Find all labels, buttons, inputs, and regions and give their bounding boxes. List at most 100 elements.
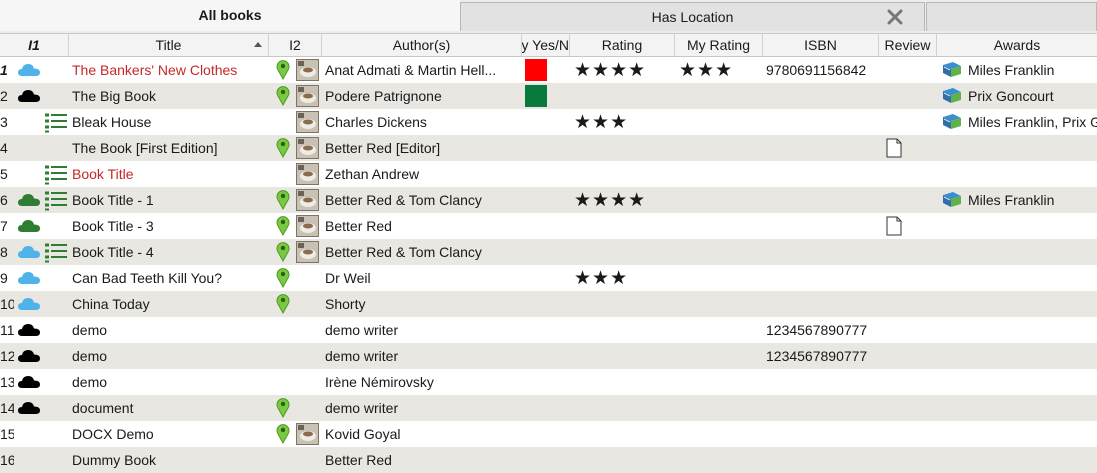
author-cell[interactable]: Anat Admati & Martin Hell... bbox=[325, 57, 520, 83]
awards-cell[interactable]: Miles Franklin bbox=[968, 57, 1097, 83]
title-cell[interactable]: China Today bbox=[72, 291, 267, 317]
review-document-icon[interactable] bbox=[884, 216, 904, 236]
author-cell[interactable]: Kovid Goyal bbox=[325, 421, 520, 447]
table-row[interactable]: 13 demo Irène Némirovsky bbox=[0, 369, 1097, 395]
author-cell[interactable]: Dr Weil bbox=[325, 265, 520, 291]
my-rating-stars[interactable] bbox=[679, 265, 761, 291]
isbn-cell[interactable]: 1234567890777 bbox=[766, 317, 878, 343]
column-header-isbn[interactable]: ISBN bbox=[763, 34, 879, 56]
title-cell[interactable]: Book Title - 3 bbox=[72, 213, 267, 239]
author-cell[interactable]: Charles Dickens bbox=[325, 109, 520, 135]
isbn-cell[interactable] bbox=[766, 135, 878, 161]
author-cell[interactable]: Better Red bbox=[325, 213, 520, 239]
title-cell[interactable]: document bbox=[72, 395, 267, 421]
table-row[interactable]: 12 demo demo writer 1234567890777 bbox=[0, 343, 1097, 369]
rating-stars[interactable] bbox=[574, 135, 674, 161]
author-cell[interactable]: demo writer bbox=[325, 343, 520, 369]
author-cell[interactable]: Irène Némirovsky bbox=[325, 369, 520, 395]
my-rating-stars[interactable] bbox=[679, 161, 761, 187]
title-cell[interactable]: Can Bad Teeth Kill You? bbox=[72, 265, 267, 291]
title-cell[interactable]: Dummy Book bbox=[72, 447, 267, 473]
isbn-cell[interactable] bbox=[766, 395, 878, 421]
column-header-my-rating[interactable]: My Rating bbox=[675, 34, 763, 56]
tab-all-books[interactable]: All books bbox=[0, 0, 460, 31]
rating-stars[interactable] bbox=[574, 213, 674, 239]
awards-cell[interactable]: Miles Franklin bbox=[968, 187, 1097, 213]
isbn-cell[interactable] bbox=[766, 447, 878, 473]
author-cell[interactable]: demo writer bbox=[325, 317, 520, 343]
title-cell[interactable]: demo bbox=[72, 317, 267, 343]
author-cell[interactable]: Zethan Andrew bbox=[325, 161, 520, 187]
isbn-cell[interactable] bbox=[766, 213, 878, 239]
title-cell[interactable]: Book Title - 1 bbox=[72, 187, 267, 213]
my-rating-stars[interactable]: ★★★ bbox=[679, 57, 761, 83]
review-document-icon[interactable] bbox=[884, 138, 904, 158]
column-header-i2[interactable]: I2 bbox=[269, 34, 322, 56]
my-rating-stars[interactable] bbox=[679, 395, 761, 421]
my-rating-stars[interactable] bbox=[679, 187, 761, 213]
my-rating-stars[interactable] bbox=[679, 369, 761, 395]
column-header-rating[interactable]: Rating bbox=[570, 34, 675, 56]
my-rating-stars[interactable] bbox=[679, 317, 761, 343]
title-cell[interactable]: The Book [First Edition] bbox=[72, 135, 267, 161]
my-rating-stars[interactable] bbox=[679, 109, 761, 135]
column-header-yes-no[interactable]: y Yes/N bbox=[522, 34, 570, 56]
isbn-cell[interactable] bbox=[766, 83, 878, 109]
my-rating-stars[interactable] bbox=[679, 343, 761, 369]
title-cell[interactable]: DOCX Demo bbox=[72, 421, 267, 447]
isbn-cell[interactable] bbox=[766, 161, 878, 187]
table-row[interactable]: 1 The Bankers' New Clothes Anat Admati & M… bbox=[0, 57, 1097, 83]
author-cell[interactable]: Podere Patrignone bbox=[325, 83, 520, 109]
column-header-awards[interactable]: Awards bbox=[937, 34, 1097, 56]
column-header-authors[interactable]: Author(s) bbox=[322, 34, 522, 56]
isbn-cell[interactable] bbox=[766, 109, 878, 135]
table-row[interactable]: 8 Book Title - 4 Better Red & Tom Clancy bbox=[0, 239, 1097, 265]
column-header-title[interactable]: Title bbox=[69, 34, 269, 56]
table-row[interactable]: 7 Book Title - 3 Better Red bbox=[0, 213, 1097, 239]
table-row[interactable]: 14 document demo writer bbox=[0, 395, 1097, 421]
awards-cell[interactable]: Miles Franklin, Prix Gonc bbox=[968, 109, 1097, 135]
title-cell[interactable]: Bleak House bbox=[72, 109, 267, 135]
isbn-cell[interactable] bbox=[766, 239, 878, 265]
title-cell[interactable]: The Bankers' New Clothes bbox=[72, 57, 267, 83]
title-cell[interactable]: demo bbox=[72, 343, 267, 369]
isbn-cell[interactable]: 1234567890777 bbox=[766, 343, 878, 369]
tab-has-location[interactable]: Has Location bbox=[460, 2, 925, 31]
author-cell[interactable]: Shorty bbox=[325, 291, 520, 317]
table-row[interactable]: 3 Bleak House Charles Dickens ★★★ Miles Fran… bbox=[0, 109, 1097, 135]
rating-stars[interactable] bbox=[574, 161, 674, 187]
table-row[interactable]: 5 Book Title Zethan Andrew bbox=[0, 161, 1097, 187]
title-cell[interactable]: demo bbox=[72, 369, 267, 395]
table-row[interactable]: 4 The Book [First Edition] Better Red [Edi… bbox=[0, 135, 1097, 161]
isbn-cell[interactable] bbox=[766, 265, 878, 291]
rating-stars[interactable]: ★★★ bbox=[574, 265, 674, 291]
author-cell[interactable]: Better Red [Editor] bbox=[325, 135, 520, 161]
author-cell[interactable]: Better Red & Tom Clancy bbox=[325, 239, 520, 265]
title-cell[interactable]: The Big Book bbox=[72, 83, 267, 109]
table-row[interactable]: 9 Can Bad Teeth Kill You? Dr Weil ★★★ bbox=[0, 265, 1097, 291]
rating-stars[interactable]: ★★★★ bbox=[574, 187, 674, 213]
isbn-cell[interactable] bbox=[766, 369, 878, 395]
author-cell[interactable]: Better Red bbox=[325, 447, 520, 473]
isbn-cell[interactable] bbox=[766, 421, 878, 447]
rating-stars[interactable] bbox=[574, 83, 674, 109]
title-cell[interactable]: Book Title - 4 bbox=[72, 239, 267, 265]
author-cell[interactable]: Better Red & Tom Clancy bbox=[325, 187, 520, 213]
title-cell[interactable]: Book Title bbox=[72, 161, 267, 187]
table-row[interactable]: 16 Dummy Book Better Red bbox=[0, 447, 1097, 473]
rating-stars[interactable]: ★★★ bbox=[574, 109, 674, 135]
rating-stars[interactable] bbox=[574, 421, 674, 447]
table-row[interactable]: 15 DOCX Demo Kovid Goyal bbox=[0, 421, 1097, 447]
rating-stars[interactable] bbox=[574, 369, 674, 395]
my-rating-stars[interactable] bbox=[679, 291, 761, 317]
isbn-cell[interactable]: 9780691156842 bbox=[766, 57, 878, 83]
column-header-review[interactable]: Review bbox=[879, 34, 937, 56]
my-rating-stars[interactable] bbox=[679, 447, 761, 473]
my-rating-stars[interactable] bbox=[679, 239, 761, 265]
table-row[interactable]: 11 demo demo writer 1234567890777 bbox=[0, 317, 1097, 343]
rating-stars[interactable] bbox=[574, 343, 674, 369]
my-rating-stars[interactable] bbox=[679, 83, 761, 109]
rating-stars[interactable]: ★★★★ bbox=[574, 57, 674, 83]
table-row[interactable]: 6 Book Title - 1 Better Red & Tom Clancy ★★… bbox=[0, 187, 1097, 213]
my-rating-stars[interactable] bbox=[679, 421, 761, 447]
